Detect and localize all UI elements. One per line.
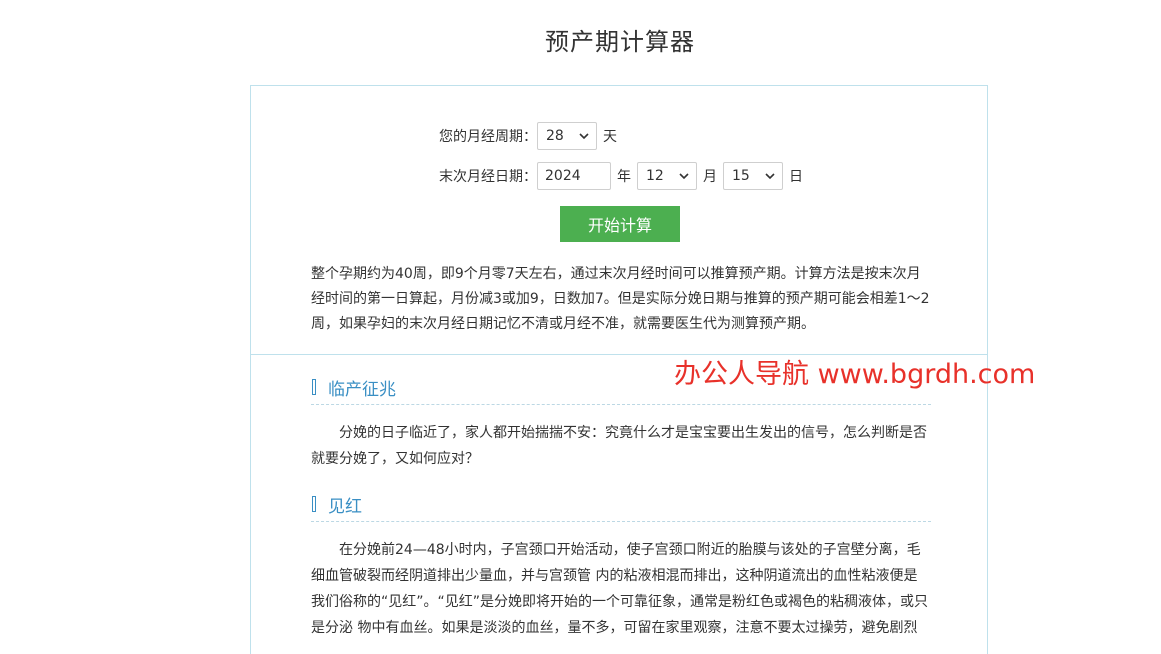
year-unit: 年 <box>617 169 631 185</box>
cycle-unit: 天 <box>603 129 617 145</box>
watermark-text: 办公人导航 www.bgrdh.com <box>674 359 1036 390</box>
cycle-row: 您的月经周期： 28 天 <box>435 121 623 151</box>
article-panel: 临产征兆 分娩的日子临近了，家人都开始揣揣不安：究竟什么才是宝宝要出生发出的信号… <box>250 354 988 654</box>
month-select[interactable]: 12 <box>637 162 697 190</box>
section-paragraph: 在分娩前24—48小时内，子宫颈口开始活动，使子宫颈口附近的胎膜与该处的子宫壁分… <box>311 542 929 636</box>
heading-bar-icon <box>312 379 316 395</box>
month-select-value: 12 <box>646 168 664 184</box>
year-input[interactable]: 2024 <box>537 162 611 190</box>
chevron-down-icon <box>765 173 775 180</box>
section-heading-text: 见红 <box>328 496 362 517</box>
day-unit: 日 <box>789 169 803 185</box>
chevron-down-icon <box>679 173 689 180</box>
heading-bar-icon <box>312 496 316 512</box>
chevron-down-icon <box>579 133 589 140</box>
date-row: 末次月经日期： 2024 年 12 月 15 日 <box>435 161 809 191</box>
date-label: 末次月经日期： <box>439 169 537 185</box>
intro-text: 整个孕期约为40周，即9个月零7天左右，通过末次月经时间可以推算预产期。计算方法… <box>311 266 930 332</box>
day-select[interactable]: 15 <box>723 162 783 190</box>
month-unit: 月 <box>703 169 717 185</box>
section-heading-text: 临产征兆 <box>328 379 396 400</box>
calculator-panel: 您的月经周期： 28 天 末次月经日期： 2024 年 12 月 15 日 开始… <box>250 85 988 355</box>
start-calculate-button[interactable]: 开始计算 <box>560 206 680 242</box>
page-title: 预产期计算器 <box>545 28 695 56</box>
cycle-select[interactable]: 28 <box>537 122 597 150</box>
cycle-label: 您的月经周期： <box>439 129 537 145</box>
section-heading-show: 见红 <box>311 487 931 522</box>
day-select-value: 15 <box>732 168 750 184</box>
section-paragraph: 分娩的日子临近了，家人都开始揣揣不安：究竟什么才是宝宝要出生发出的信号，怎么判断… <box>311 425 927 467</box>
cycle-select-value: 28 <box>546 128 564 144</box>
